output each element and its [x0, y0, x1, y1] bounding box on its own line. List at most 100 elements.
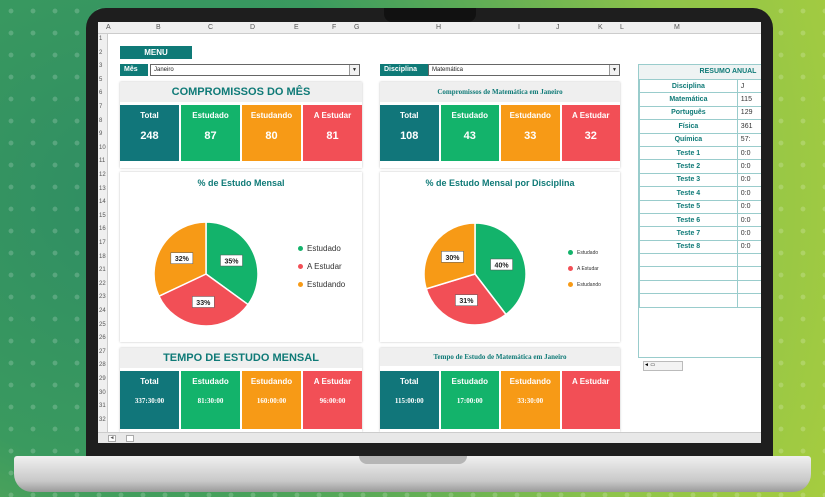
legend-swatch: [298, 282, 303, 288]
resumo-disciplina: Teste 1: [639, 145, 738, 161]
resumo-value: 129: [736, 105, 761, 121]
table-row: [639, 253, 761, 268]
resumo-value: 361: [736, 119, 761, 134]
disciplina-tempo-panel: Tempo de Estudo de Matemática em Janeiro…: [380, 348, 620, 432]
resumo-disciplina: Português: [639, 105, 738, 121]
kpi-label: Estudando: [250, 377, 293, 386]
row-header[interactable]: 24: [99, 308, 106, 314]
row-header[interactable]: 25: [99, 322, 106, 328]
column-header[interactable]: B: [156, 24, 161, 31]
column-header[interactable]: I: [518, 24, 520, 31]
legend-label: Estudado: [307, 244, 341, 253]
column-header[interactable]: G: [354, 24, 359, 31]
resumo-disciplina: Teste 5: [639, 199, 738, 214]
table-row: [639, 266, 761, 281]
kpi-tile: Total 115:00:00: [380, 371, 439, 429]
resumo-disciplina: [639, 279, 738, 295]
row-header[interactable]: 3: [99, 63, 102, 69]
kpi-label: Estudado: [192, 377, 229, 386]
row-header[interactable]: 9: [99, 131, 102, 137]
chevron-down-icon[interactable]: ▼: [349, 65, 359, 75]
resumo-disciplina: [639, 253, 738, 268]
kpi-label: Total: [140, 111, 159, 120]
kpi-label: Estudando: [509, 377, 551, 386]
resumo-value: 57:: [736, 132, 761, 147]
chevron-down-icon[interactable]: ▼: [609, 65, 619, 75]
disciplina-tempo-title: Tempo de Estudo de Matemática em Janeiro: [380, 348, 620, 366]
kpi-value: 33:30:00: [517, 397, 544, 405]
left-chart-panel: % de Estudo Mensal 35% 33% 32% Estudado A E…: [120, 172, 362, 342]
pie-label: 30%: [445, 255, 460, 262]
row-header[interactable]: 13: [99, 186, 106, 192]
row-header[interactable]: 26: [99, 335, 106, 341]
row-header[interactable]: 8: [99, 118, 102, 124]
column-header[interactable]: L: [620, 24, 624, 31]
table-row: Química 57:: [639, 132, 761, 147]
resumo-anual-table: RESUMO ANUAL Disciplina J Matemática 115 P…: [638, 64, 761, 371]
kpi-tile: Estudado 43: [440, 105, 499, 161]
row-header[interactable]: 32: [99, 417, 106, 423]
resumo-value: 0:0: [736, 226, 761, 241]
scroll-thumb[interactable]: [126, 435, 134, 442]
table-row: Teste 2 0:0: [639, 159, 761, 174]
pie-label: 31%: [459, 298, 474, 305]
row-header[interactable]: 23: [99, 294, 106, 300]
kpi-tile: Estudado 87: [181, 105, 240, 161]
laptop-base: [14, 456, 811, 492]
disciplina-label: Disciplina: [380, 64, 428, 76]
column-header[interactable]: D: [250, 24, 255, 31]
tempo-panel: TEMPO DE ESTUDO MENSAL Total 337:30:00 Est…: [120, 348, 362, 432]
column-header[interactable]: F: [332, 24, 336, 31]
legend-label: A Estudar: [577, 266, 599, 272]
kpi-value: 43: [463, 130, 476, 142]
row-header[interactable]: 2: [99, 50, 102, 56]
resumo-value: 0:0: [736, 199, 761, 214]
mes-select[interactable]: Janeiro ▼: [150, 64, 360, 76]
column-header[interactable]: C: [208, 24, 213, 31]
kpi-value: 87: [204, 130, 217, 142]
horizontal-scrollbar[interactable]: ◄: [98, 432, 761, 443]
resumo-disciplina: Teste 6: [639, 212, 738, 228]
row-header[interactable]: 6: [99, 90, 102, 96]
row-header[interactable]: 1: [99, 36, 102, 42]
kpi-label: Total: [140, 377, 159, 386]
table-row: Física 361: [639, 119, 761, 134]
row-header[interactable]: 29: [99, 376, 106, 382]
row-header[interactable]: 11: [99, 158, 105, 164]
resumo-value: [736, 266, 761, 281]
column-header[interactable]: J: [556, 24, 560, 31]
row-header[interactable]: 31: [99, 403, 106, 409]
row-header[interactable]: 30: [99, 390, 106, 396]
legend-swatch: [298, 264, 303, 270]
legend-item: A Estudar: [298, 262, 345, 271]
kpi-tile: A Estudar 96:00:00: [303, 371, 362, 429]
camera-notch: [384, 8, 476, 22]
disciplina-select-value: Matemática: [432, 67, 464, 73]
column-header[interactable]: M: [674, 24, 680, 31]
row-header[interactable]: 18: [99, 254, 106, 260]
kpi-value: 81: [326, 130, 339, 142]
row-header[interactable]: 15: [99, 213, 106, 219]
row-header[interactable]: 27: [99, 349, 106, 355]
column-header[interactable]: A: [106, 24, 111, 31]
legend-label: Estudado: [577, 250, 599, 256]
row-header[interactable]: 10: [99, 145, 106, 151]
row-header[interactable]: 28: [99, 362, 106, 368]
resumo-scrollbar[interactable]: ◄ ▭: [643, 361, 683, 371]
row-header[interactable]: 12: [99, 172, 106, 178]
scroll-left-icon[interactable]: ◄: [108, 435, 116, 442]
right-chart-legend: Estudado A Estudar Estudando: [568, 250, 601, 298]
menu-button[interactable]: MENU: [120, 46, 192, 59]
legend-swatch: [298, 246, 303, 252]
row-header[interactable]: 14: [99, 199, 106, 205]
disciplina-select[interactable]: Matemática ▼: [428, 64, 620, 76]
row-header[interactable]: 16: [99, 226, 106, 232]
row-header[interactable]: 17: [99, 240, 106, 246]
row-header[interactable]: 7: [99, 104, 102, 110]
column-header[interactable]: K: [598, 24, 603, 31]
row-header[interactable]: 21: [99, 267, 106, 273]
column-header[interactable]: H: [436, 24, 441, 31]
row-header[interactable]: 22: [99, 281, 106, 287]
row-header[interactable]: 5: [99, 77, 102, 83]
column-header[interactable]: E: [294, 24, 299, 31]
